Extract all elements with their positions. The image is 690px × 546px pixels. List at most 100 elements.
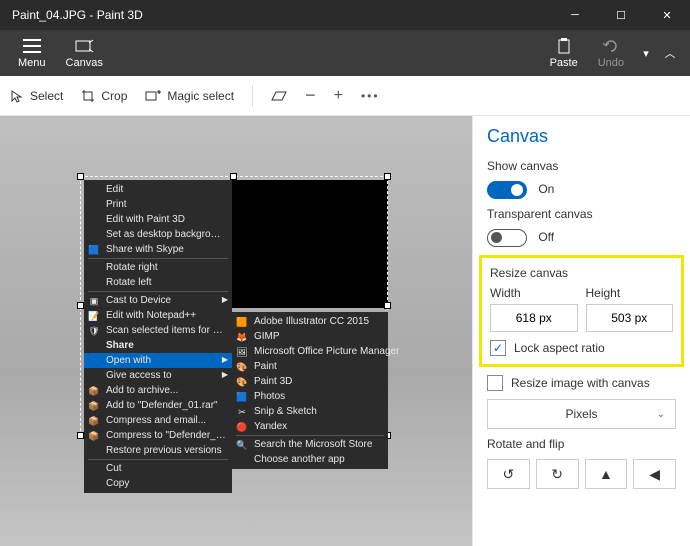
titlebar: Paint_04.JPG - Paint 3D ─ ☐ ✕	[0, 0, 690, 30]
context-menu-item[interactable]: Print	[84, 197, 232, 212]
submenu-item[interactable]: GIMP🦊	[232, 329, 388, 344]
close-button[interactable]: ✕	[644, 0, 690, 30]
crop-tool[interactable]: Crop	[81, 89, 127, 103]
zoom-out[interactable]: −	[305, 85, 316, 106]
resize-handle[interactable]	[384, 173, 391, 180]
submenu-item[interactable]: Microsoft Office Picture Manager🖼	[232, 344, 388, 359]
context-menu-item[interactable]: Rotate left	[84, 275, 232, 290]
lock-aspect-ratio[interactable]: ✓ Lock aspect ratio	[490, 340, 673, 356]
context-menu-item[interactable]: Open with▶	[84, 353, 232, 368]
resize-handle[interactable]	[230, 173, 237, 180]
canvas-sidebar: Canvas Show canvas On Transparent canvas…	[472, 116, 690, 546]
context-menu-item[interactable]: Cast to Device▣▶	[84, 293, 232, 308]
context-menu-item[interactable]: Set as desktop background	[84, 227, 232, 242]
toggle-off-label: Off	[538, 230, 554, 244]
context-menu-item[interactable]: Cut	[84, 461, 232, 476]
show-canvas-toggle[interactable]	[487, 181, 527, 199]
3d-view-tool[interactable]	[271, 90, 287, 102]
rotate-left-button[interactable]: ↺	[487, 459, 530, 489]
undo-icon	[602, 37, 620, 55]
zoom-in[interactable]: +	[334, 87, 343, 105]
select-label: Select	[30, 89, 63, 103]
resize-canvas-section: Resize canvas Width Height ✓ Lock aspect…	[479, 255, 684, 367]
transparent-canvas-label: Transparent canvas	[487, 207, 676, 221]
submenu-item[interactable]: Yandex🔴	[232, 419, 388, 434]
units-value: Pixels	[565, 407, 597, 421]
context-menu-item[interactable]: Edit with Paint 3D	[84, 212, 232, 227]
sidebar-title: Canvas	[487, 126, 676, 147]
context-menu-item[interactable]: Give access to▶	[84, 368, 232, 383]
menu-label: Menu	[18, 57, 46, 69]
lock-label: Lock aspect ratio	[514, 341, 605, 355]
resize-canvas-label: Resize canvas	[490, 266, 673, 280]
maximize-button[interactable]: ☐	[598, 0, 644, 30]
units-dropdown[interactable]: Pixels ⌄	[487, 399, 676, 429]
paste-icon	[556, 37, 572, 55]
context-menu-item[interactable]: Scan selected items for viruses🛡	[84, 323, 232, 338]
submenu-item[interactable]: Search the Microsoft Store🔍	[232, 437, 388, 452]
width-label: Width	[490, 286, 578, 300]
more-tools[interactable]: •••	[361, 89, 380, 103]
height-input[interactable]	[586, 304, 674, 332]
flip-horizontal-button[interactable]: ▲	[585, 459, 628, 489]
resize-handle[interactable]	[77, 302, 84, 309]
magic-icon	[145, 89, 161, 103]
window-title: Paint_04.JPG - Paint 3D	[12, 8, 143, 22]
context-menu-item[interactable]: Edit with Notepad++📝	[84, 308, 232, 323]
resize-image-with-canvas[interactable]: Resize image with canvas	[487, 375, 676, 391]
paste-button[interactable]: Paste	[540, 35, 588, 71]
resize-handle[interactable]	[384, 302, 391, 309]
context-menu-item[interactable]: Share with Skype🟦	[84, 242, 232, 257]
canvas-button[interactable]: Canvas	[56, 35, 113, 71]
select-tool[interactable]: Select	[10, 89, 63, 103]
resize-img-label: Resize image with canvas	[511, 376, 650, 390]
rotate-flip-label: Rotate and flip	[487, 437, 676, 451]
ribbon: Menu Canvas Paste Undo ▾ ︿	[0, 30, 690, 76]
menu-icon	[23, 37, 41, 55]
context-menu-item[interactable]: Add to "Defender_01.rar"📦	[84, 398, 232, 413]
open-with-submenu[interactable]: Adobe Illustrator CC 2015🟧GIMP🦊Microsoft…	[232, 312, 388, 469]
context-menu[interactable]: EditPrintEdit with Paint 3DSet as deskto…	[84, 180, 232, 493]
crop-icon	[81, 89, 95, 103]
magic-select-tool[interactable]: Magic select	[145, 89, 234, 103]
canvas-icon	[74, 37, 94, 55]
height-label: Height	[586, 286, 674, 300]
toggle-on-label: On	[538, 182, 554, 196]
context-menu-item[interactable]: Rotate right	[84, 260, 232, 275]
minimize-button[interactable]: ─	[552, 0, 598, 30]
submenu-item[interactable]: Choose another app	[232, 452, 388, 467]
context-menu-item[interactable]: Edit	[84, 182, 232, 197]
collapse-ribbon[interactable]: ︿	[658, 30, 682, 76]
undo-button[interactable]: Undo	[588, 35, 634, 71]
context-menu-item[interactable]: Add to archive...📦	[84, 383, 232, 398]
toolbar: Select Crop Magic select − + •••	[0, 76, 690, 116]
history-dropdown[interactable]: ▾	[634, 30, 658, 76]
menu-button[interactable]: Menu	[8, 35, 56, 71]
chevron-down-icon: ⌄	[657, 409, 665, 420]
magic-label: Magic select	[167, 89, 234, 103]
undo-label: Undo	[598, 57, 624, 69]
width-input[interactable]	[490, 304, 578, 332]
paste-label: Paste	[550, 57, 578, 69]
resize-handle[interactable]	[77, 173, 84, 180]
canvas-label: Canvas	[66, 57, 103, 69]
checkbox-unchecked-icon	[487, 375, 503, 391]
submenu-item[interactable]: Adobe Illustrator CC 2015🟧	[232, 314, 388, 329]
crop-label: Crop	[101, 89, 127, 103]
rotate-right-button[interactable]: ↻	[536, 459, 579, 489]
context-menu-item[interactable]: Restore previous versions	[84, 443, 232, 458]
transparent-canvas-toggle[interactable]	[487, 229, 527, 247]
resize-handle[interactable]	[77, 432, 84, 439]
submenu-item[interactable]: Snip & Sketch✂	[232, 404, 388, 419]
canvas-stage[interactable]: EditPrintEdit with Paint 3DSet as deskto…	[0, 116, 472, 546]
context-menu-item[interactable]: Share	[84, 338, 232, 353]
submenu-item[interactable]: Paint🎨	[232, 359, 388, 374]
show-canvas-label: Show canvas	[487, 159, 676, 173]
submenu-item[interactable]: Paint 3D🎨	[232, 374, 388, 389]
context-menu-item[interactable]: Copy	[84, 476, 232, 491]
submenu-item[interactable]: Photos🟦	[232, 389, 388, 404]
flip-vertical-button[interactable]: ◀	[633, 459, 676, 489]
cursor-icon	[10, 89, 24, 103]
context-menu-item[interactable]: Compress to "Defender_01.rar" and email📦	[84, 428, 232, 443]
context-menu-item[interactable]: Compress and email...📦	[84, 413, 232, 428]
